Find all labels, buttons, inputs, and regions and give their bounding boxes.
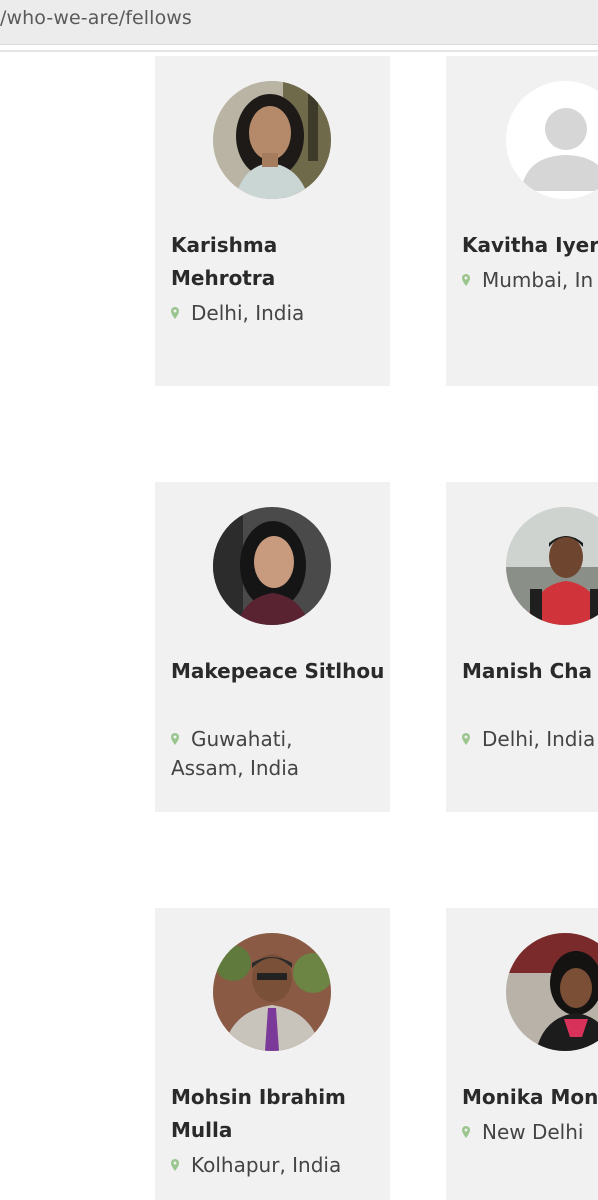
fellow-location: Guwahati, Assam, India (171, 724, 371, 783)
fellow-card[interactable]: Manish Cha Mishra Delhi, India (446, 482, 598, 812)
fellow-card[interactable]: Karishma Mehrotra Delhi, India (155, 56, 390, 386)
fellow-card[interactable]: Monika Mon New Delhi (446, 908, 598, 1200)
portrait-photo-icon (213, 933, 331, 1051)
map-pin-icon (171, 1150, 185, 1179)
location-text: Mumbai, In (482, 268, 594, 292)
map-pin-icon (462, 724, 476, 753)
fellow-name[interactable]: Manish Cha Mishra (462, 655, 598, 688)
map-pin-icon (171, 298, 185, 327)
fellow-name[interactable]: Karishma Mehrotra (171, 229, 386, 295)
location-text: Kolhapur, India (191, 1153, 342, 1177)
fellow-location: Delhi, India (462, 724, 598, 754)
default-user-icon (506, 81, 598, 199)
portrait-photo-icon (213, 507, 331, 625)
fellow-location: Mumbai, In (462, 265, 598, 295)
map-pin-icon (462, 1117, 476, 1146)
fellows-grid: Karishma Mehrotra Delhi, India Kavitha I… (0, 52, 598, 1200)
fellow-name[interactable]: Mohsin Ibrahim Mulla (171, 1081, 386, 1147)
fellow-name[interactable]: Monika Mon (462, 1081, 598, 1114)
map-pin-icon (462, 265, 476, 294)
location-text: Delhi, India (482, 727, 596, 751)
fellow-location: New Delhi (462, 1117, 598, 1147)
portrait-photo-icon (506, 507, 598, 625)
fellow-card[interactable]: Kavitha Iyer Mumbai, In (446, 56, 598, 386)
fellow-location: Kolhapur, India (171, 1150, 371, 1180)
url-text[interactable]: /who-we-are/fellows (0, 7, 192, 29)
fellow-photo (506, 507, 598, 625)
portrait-photo-icon (506, 933, 598, 1051)
fellow-name[interactable]: Makepeace Sitlhou (171, 655, 386, 688)
map-pin-icon (171, 724, 185, 753)
fellow-photo (506, 933, 598, 1051)
fellow-photo (213, 81, 331, 199)
location-text: Delhi, India (191, 301, 305, 325)
location-text: New Delhi (482, 1120, 584, 1144)
fellow-location: Delhi, India (171, 298, 371, 328)
address-bar[interactable]: /who-we-are/fellows (0, 0, 598, 45)
fellow-photo (213, 933, 331, 1051)
portrait-photo-icon (213, 81, 331, 199)
fellow-card[interactable]: Makepeace Sitlhou Guwahati, Assam, India (155, 482, 390, 812)
location-text: Guwahati, Assam, India (171, 727, 300, 780)
fellow-card[interactable]: Mohsin Ibrahim Mulla Kolhapur, India (155, 908, 390, 1200)
fellow-name[interactable]: Kavitha Iyer (462, 229, 598, 262)
fellow-photo (213, 507, 331, 625)
fellow-photo (506, 81, 598, 199)
